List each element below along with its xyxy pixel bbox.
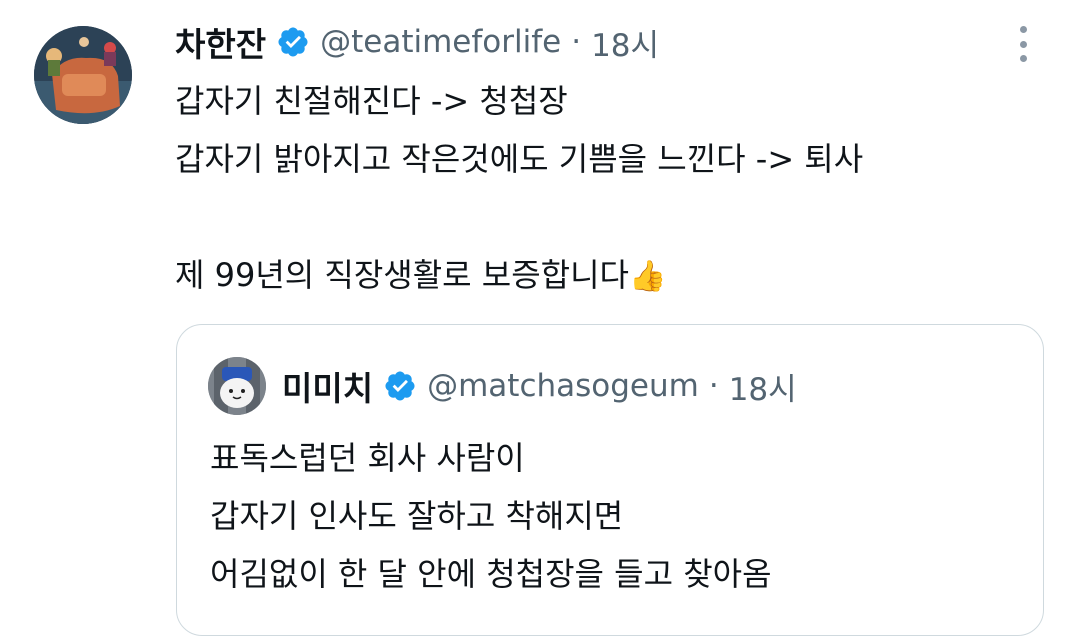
quoted-handle[interactable]: @matchasogeum (427, 368, 699, 404)
verified-badge-icon (278, 27, 308, 57)
quoted-text: 표독스럽던 회사 사람이 갑자기 인사도 잘하고 착해지면 어김없이 한 달 안… (210, 429, 772, 603)
separator-dot: · (571, 24, 582, 60)
quoted-avatar[interactable] (208, 357, 266, 415)
quoted-line: 갑자기 인사도 잘하고 착해지면 (210, 497, 624, 535)
quoted-line: 표독스럽던 회사 사람이 (210, 439, 525, 477)
handle[interactable]: @teatimeforlife (320, 24, 561, 60)
avatar[interactable] (34, 26, 132, 124)
tweet-text: 갑자기 친절해진다 -> 청첩장 갑자기 밝아지고 작은것에도 기쁨을 느낀다 … (175, 72, 863, 304)
quoted-line: 어김없이 한 달 안에 청첩장을 들고 찾아옴 (210, 555, 772, 593)
tweet-line: 갑자기 밝아지고 작은것에도 기쁨을 느낀다 -> 퇴사 (175, 140, 864, 178)
tweet-line: 갑자기 친절해진다 -> 청첩장 (175, 82, 568, 120)
timestamp[interactable]: 18시 (591, 20, 659, 65)
quoted-display-name[interactable]: 미미치 (282, 362, 373, 410)
quoted-timestamp[interactable]: 18시 (729, 364, 797, 409)
tweet-header: 차한잔 @teatimeforlife · 18시 (175, 18, 659, 66)
tweet[interactable]: 차한잔 @teatimeforlife · 18시 갑자기 친절해진다 -> 청… (0, 0, 1080, 642)
tweet-line-last: 제 99년의 직장생활로 보증합니다👍 (175, 246, 863, 304)
separator-dot: · (708, 368, 719, 404)
more-vertical-icon[interactable] (1012, 26, 1034, 62)
avatar-image (34, 26, 132, 124)
verified-badge-icon (385, 371, 415, 401)
quoted-header: 미미치 @matchasogeum · 18시 (282, 359, 797, 413)
tweet-line-text: 제 99년의 직장생활로 보증합니다 (175, 256, 629, 294)
thumbs-up-icon: 👍 (628, 259, 667, 294)
display-name[interactable]: 차한잔 (175, 18, 266, 66)
quoted-tweet[interactable]: 미미치 @matchasogeum · 18시 표독스럽던 회사 사람이 갑자기… (176, 324, 1044, 636)
quoted-avatar-image (208, 357, 266, 415)
